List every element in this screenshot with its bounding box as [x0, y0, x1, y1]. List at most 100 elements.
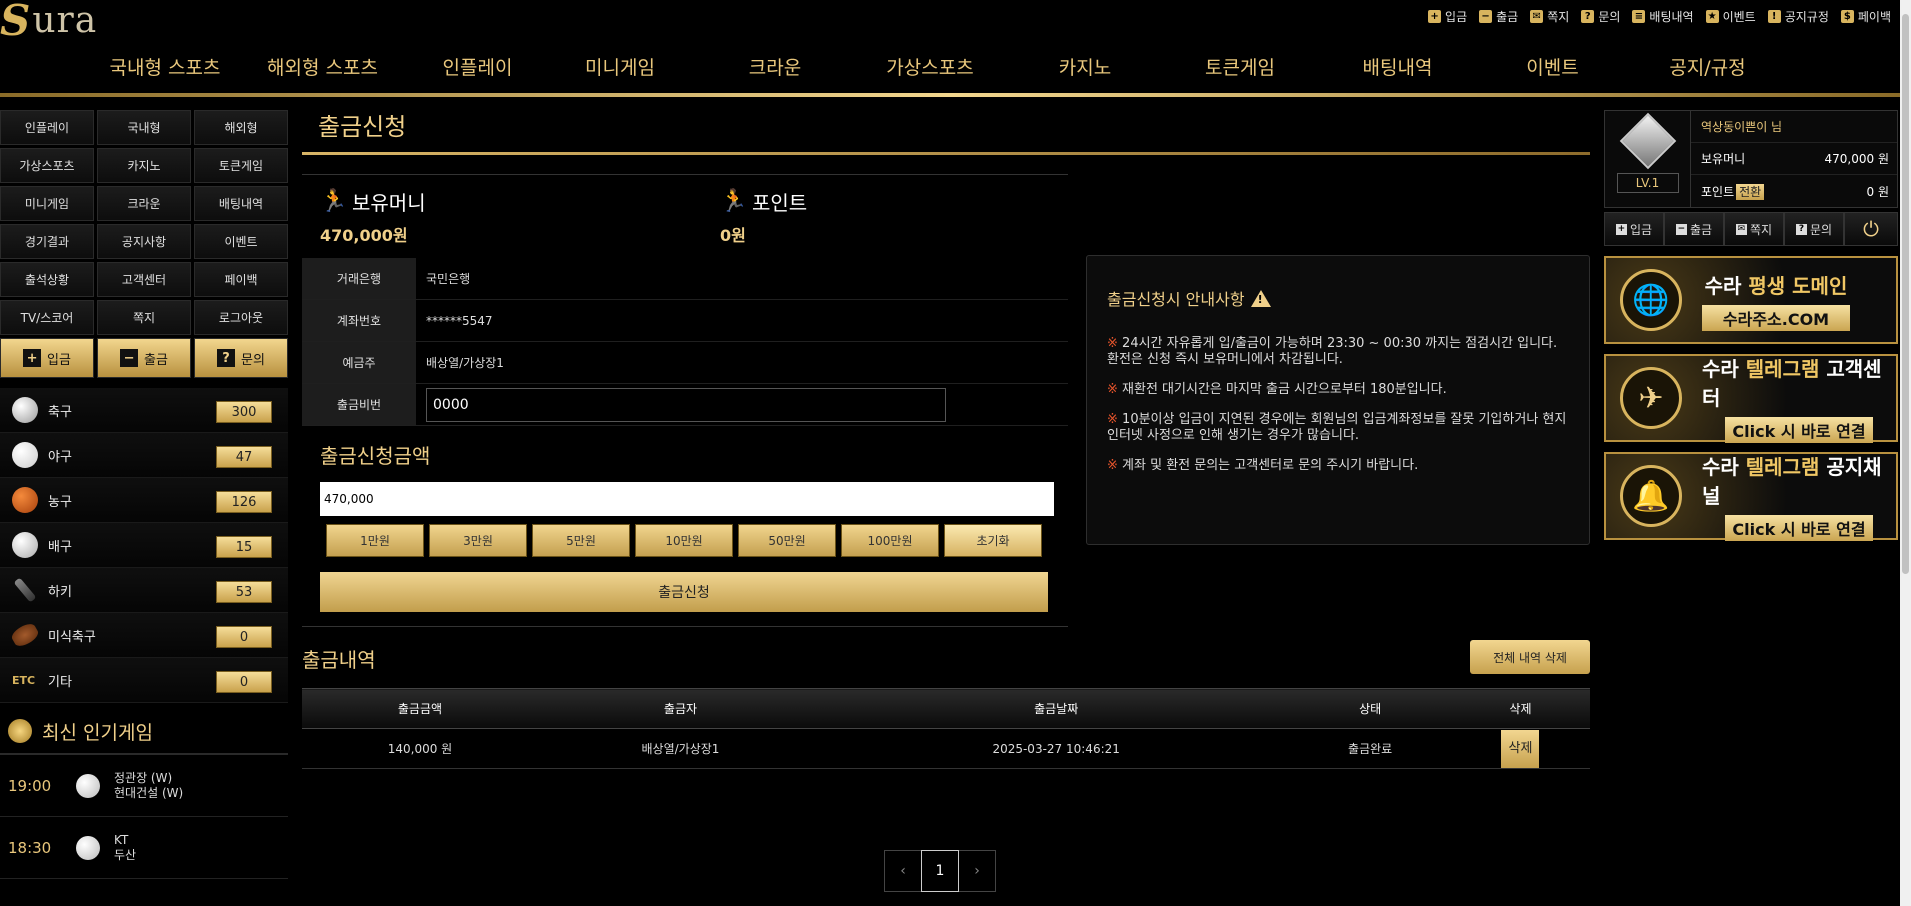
nav-minigame[interactable]: 미니게임	[540, 48, 700, 92]
popular-games-title: 최신 인기게임	[42, 721, 153, 744]
quick-bet-history[interactable]: 배팅내역	[194, 186, 288, 221]
nav-bet-history[interactable]: 배팅내역	[1320, 48, 1475, 92]
quick-casino[interactable]: 카지노	[97, 148, 191, 183]
question-icon: ?	[1581, 10, 1595, 23]
logout-power-button[interactable]: ⏻	[1844, 212, 1898, 246]
away-team: 두산	[114, 847, 137, 862]
topnav-event[interactable]: ★ 이벤트	[1705, 8, 1756, 25]
amount-reset-button[interactable]: 초기화	[944, 524, 1042, 557]
sport-item-etc[interactable]: ETC 기타 0	[0, 658, 288, 703]
password-cell	[416, 384, 1068, 425]
nav-virtual-sports[interactable]: 가상스포츠	[850, 48, 1010, 92]
amount-input[interactable]	[320, 482, 1054, 516]
quick-overseas[interactable]: 해외형	[194, 110, 288, 145]
notice-text: 계좌 및 환전 문의는 고객센터로 문의 주시기 바랍니다.	[1122, 458, 1419, 473]
quick-message[interactable]: 쪽지	[97, 300, 191, 335]
row-delete-button[interactable]: 삭제	[1501, 729, 1540, 768]
page-current[interactable]: 1	[921, 850, 959, 892]
cell-status: 출금완료	[1289, 728, 1451, 769]
nav-notice-rules[interactable]: 공지/규정	[1630, 48, 1785, 92]
quick-support[interactable]: 고객센터	[97, 262, 191, 297]
banner-headline: 수라 텔레그램 고객센터	[1702, 353, 1896, 411]
topnav-bet-history[interactable]: ≡ 배팅내역	[1632, 8, 1694, 25]
cell-date: 2025-03-27 10:46:21	[823, 728, 1290, 769]
sport-item-football[interactable]: 미식축구 0	[0, 613, 288, 658]
user-deposit-button[interactable]: + 입금	[1604, 212, 1664, 246]
sport-item-hockey[interactable]: 하키 53	[0, 568, 288, 613]
sport-item-basketball[interactable]: 농구 126	[0, 478, 288, 523]
quick-inquiry-button[interactable]: ? 문의	[194, 338, 288, 378]
nav-inplay[interactable]: 인플레이	[415, 48, 540, 92]
scrollbar-thumb[interactable]	[1902, 14, 1909, 574]
quick-virtual[interactable]: 가상스포츠	[0, 148, 94, 183]
user-inquiry-button[interactable]: ? 문의	[1784, 212, 1844, 246]
quick-notice[interactable]: 공지사항	[97, 224, 191, 259]
amount-100k-button[interactable]: 10만원	[635, 524, 733, 557]
quick-payback[interactable]: 페이백	[194, 262, 288, 297]
topnav-message[interactable]: ✉ 쪽지	[1530, 8, 1569, 25]
banner-domain[interactable]: 🌐 수라 평생 도메인 수라주소.COM	[1604, 256, 1898, 344]
quick-token[interactable]: 토큰게임	[194, 148, 288, 183]
quick-withdraw-button[interactable]: − 출금	[97, 338, 191, 378]
quick-deposit-button[interactable]: + 입금	[0, 338, 94, 378]
nav-event[interactable]: 이벤트	[1475, 48, 1630, 92]
amount-30k-button[interactable]: 3만원	[429, 524, 527, 557]
topnav-payback[interactable]: $ 페이백	[1840, 8, 1891, 25]
account-value: ******5547	[426, 313, 493, 328]
topnav-notice[interactable]: ! 공지규정	[1767, 8, 1829, 25]
quick-event[interactable]: 이벤트	[194, 224, 288, 259]
sport-item-volleyball[interactable]: 배구 15	[0, 523, 288, 568]
quick-inplay[interactable]: 인플레이	[0, 110, 94, 145]
right-sidebar: LV.1 역상동이쁜이 님 보유머니 470,000 원 포인트 전환 0 원 + 입금…	[1604, 110, 1898, 541]
nav-token-game[interactable]: 토큰게임	[1160, 48, 1320, 92]
site-logo[interactable]: S ura	[0, 0, 97, 42]
withdraw-submit-button[interactable]: 출금신청	[320, 572, 1048, 612]
sport-count: 15	[216, 536, 272, 558]
away-team: 현대건설 (W)	[114, 785, 184, 800]
sport-count: 0	[216, 626, 272, 648]
form-row-password: 출금비번	[302, 384, 1068, 426]
sport-item-soccer[interactable]: 축구 300	[0, 388, 288, 433]
withdraw-password-input[interactable]	[426, 387, 946, 422]
nav-domestic-sports[interactable]: 국내형 스포츠	[100, 48, 230, 92]
page-prev-button[interactable]: ‹	[884, 850, 922, 892]
quick-results[interactable]: 경기결과	[0, 224, 94, 259]
popular-game-item[interactable]: 18:30 KT 두산	[0, 817, 288, 879]
etc-icon: ETC	[12, 673, 36, 687]
banner-text: 수라 평생 도메인 수라주소.COM	[1702, 270, 1850, 331]
nav-casino[interactable]: 카지노	[1010, 48, 1160, 92]
topnav-inquiry[interactable]: ? 문의	[1581, 8, 1620, 25]
minus-square-icon: −	[1479, 10, 1493, 23]
home-team: KT	[114, 832, 129, 847]
nav-crown[interactable]: 크라운	[700, 48, 850, 92]
cell-amount: 140,000 원	[302, 728, 538, 769]
game-time: 19:00	[8, 776, 52, 795]
quick-tv-score[interactable]: TV/스코어	[0, 300, 94, 335]
topnav-withdraw[interactable]: − 출금	[1479, 8, 1518, 25]
user-action-buttons: + 입금 − 출금 ✉ 쪽지 ? 문의 ⏻	[1604, 212, 1898, 246]
banner-telegram-support[interactable]: ✈ 수라 텔레그램 고객센터 Click 시 바로 연결	[1604, 353, 1898, 443]
user-withdraw-button[interactable]: − 출금	[1664, 212, 1724, 246]
quick-crown[interactable]: 크라운	[97, 186, 191, 221]
sport-item-baseball[interactable]: 야구 47	[0, 433, 288, 478]
amount-50k-button[interactable]: 5만원	[532, 524, 630, 557]
amount-1m-button[interactable]: 100만원	[841, 524, 939, 557]
quick-attendance[interactable]: 출석상황	[0, 262, 94, 297]
nav-overseas-sports[interactable]: 해외형 스포츠	[230, 48, 415, 92]
user-message-button[interactable]: ✉ 쪽지	[1724, 212, 1784, 246]
logo-text: ura	[32, 0, 98, 41]
globe-icon: 🌐	[1620, 269, 1682, 331]
amount-10k-button[interactable]: 1만원	[326, 524, 424, 557]
topnav-deposit[interactable]: + 입금	[1428, 8, 1467, 25]
balance-point: 🏃 포인트 0원	[720, 187, 807, 246]
page-scrollbar[interactable]	[1900, 0, 1911, 906]
page-next-button[interactable]: ›	[958, 850, 996, 892]
banner-telegram-channel[interactable]: 🔔 수라 텔레그램 공지채널 Click 시 바로 연결	[1604, 452, 1898, 541]
amount-500k-button[interactable]: 50만원	[738, 524, 836, 557]
quick-logout[interactable]: 로그아웃	[194, 300, 288, 335]
quick-minigame[interactable]: 미니게임	[0, 186, 94, 221]
delete-all-button[interactable]: 전체 내역 삭제	[1470, 640, 1590, 674]
point-convert-button[interactable]: 전환	[1736, 183, 1765, 200]
popular-game-item[interactable]: 19:00 정관장 (W) 현대건설 (W)	[0, 755, 288, 817]
quick-domestic[interactable]: 국내형	[97, 110, 191, 145]
